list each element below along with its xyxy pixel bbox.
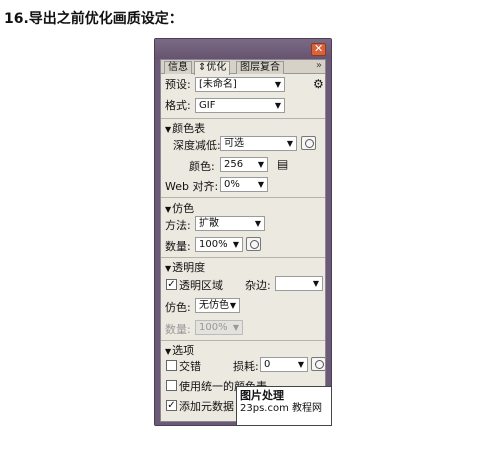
watermark-line-1: 图片处理 bbox=[240, 389, 284, 402]
lossy-label: 损耗: bbox=[233, 360, 259, 373]
panel-titlebar[interactable] bbox=[155, 39, 331, 59]
transparency-amount-dropdown: 100% ▼ bbox=[195, 320, 243, 335]
collapse-triangle-icon: ▼ bbox=[165, 347, 172, 356]
section-title: 仿色 bbox=[172, 202, 195, 215]
optimize-panel-window: 信息 ⇕优化 图层复合 » 预设: [未命名]▼ ⚙ 格式: GIF▼ ▼颜色表… bbox=[154, 38, 332, 426]
panel-tabs: 信息 ⇕优化 图层复合 » bbox=[161, 60, 325, 75]
chevron-down-icon: ▼ bbox=[274, 80, 281, 89]
lossy-dropdown[interactable]: 0 ▼ bbox=[260, 357, 308, 372]
chevron-down-icon: ▼ bbox=[232, 240, 239, 249]
format-dropdown[interactable]: GIF ▼ bbox=[195, 98, 285, 113]
dither-section-header[interactable]: ▼仿色 bbox=[165, 200, 194, 216]
transparent-area-label: 透明区域 bbox=[179, 279, 223, 292]
chevron-down-icon: ▼ bbox=[257, 180, 264, 189]
collapse-triangle-icon: ▼ bbox=[165, 125, 172, 134]
divider bbox=[161, 197, 325, 198]
chevron-down-icon: ▼ bbox=[257, 160, 264, 169]
depth-reduction-dropdown[interactable]: 可选 ▼ bbox=[220, 136, 297, 151]
format-value: GIF bbox=[199, 100, 216, 111]
chevron-down-icon: ▼ bbox=[254, 219, 261, 228]
transparency-amount-value: 100% bbox=[199, 322, 228, 333]
colors-label: 颜色: bbox=[189, 160, 215, 173]
panel-body: 信息 ⇕优化 图层复合 » 预设: [未命名] ▼ ⚙ 格式: GIF ▼ ▼颜色表… bbox=[160, 59, 326, 422]
lossy-value: 0 bbox=[264, 359, 271, 370]
tab-optimize[interactable]: ⇕优化 bbox=[194, 61, 231, 75]
color-table-icon[interactable]: ▤ bbox=[277, 157, 288, 171]
unified-color-table-checkbox[interactable] bbox=[166, 380, 177, 391]
web-snap-dropdown[interactable]: 0% ▼ bbox=[220, 177, 268, 192]
chevron-down-icon: ▼ bbox=[274, 101, 281, 110]
depth-reduction-value: 可选 bbox=[224, 138, 244, 149]
dither-amount-dropdown[interactable]: 100% ▼ bbox=[195, 237, 243, 252]
watermark: 图片处理 23ps.com 教程网 bbox=[236, 386, 332, 426]
dither-amount-label: 数量: bbox=[165, 240, 191, 253]
chevron-down-icon: ▼ bbox=[286, 139, 293, 148]
transparency-dither-value: 无仿色 bbox=[199, 300, 229, 311]
dither-method-value: 扩散 bbox=[199, 218, 219, 229]
section-title: 选项 bbox=[172, 344, 195, 357]
chevron-down-icon: ▼ bbox=[297, 360, 304, 369]
add-metadata-label: 添加元数据 bbox=[179, 400, 234, 413]
lossy-options-button[interactable] bbox=[311, 357, 325, 371]
add-metadata-checkbox[interactable]: ✓ bbox=[166, 400, 177, 411]
color-table-section-header[interactable]: ▼颜色表 bbox=[165, 120, 205, 136]
dither-method-label: 方法: bbox=[165, 219, 191, 232]
dither-amount-options-button[interactable] bbox=[246, 237, 261, 251]
dither-method-dropdown[interactable]: 扩散 ▼ bbox=[195, 216, 265, 231]
collapse-triangle-icon: ▼ bbox=[165, 264, 172, 273]
preset-value: [未命名] bbox=[199, 79, 237, 90]
chevron-down-icon: ▼ bbox=[312, 279, 319, 288]
transparency-amount-label: 数量: bbox=[165, 323, 191, 336]
preset-label: 预设: bbox=[165, 78, 191, 91]
interlace-checkbox[interactable] bbox=[166, 360, 177, 371]
panel-menu-icon[interactable]: » bbox=[316, 60, 322, 71]
tab-layer-comps[interactable]: 图层复合 bbox=[236, 61, 284, 74]
divider bbox=[161, 257, 325, 258]
transparency-section-header[interactable]: ▼透明度 bbox=[165, 259, 205, 275]
interlace-label: 交错 bbox=[179, 360, 201, 373]
optimize-menu-icon[interactable]: ⚙ bbox=[313, 77, 324, 91]
close-icon[interactable] bbox=[311, 42, 326, 56]
divider bbox=[161, 118, 325, 119]
page-heading: 16.导出之前优化画质设定： bbox=[4, 11, 183, 27]
transparent-area-checkbox[interactable]: ✓ bbox=[166, 279, 177, 290]
collapse-triangle-icon: ▼ bbox=[165, 205, 172, 214]
watermark-line-2: 23ps.com 教程网 bbox=[240, 403, 322, 414]
matte-label: 杂边: bbox=[245, 279, 271, 292]
web-snap-value: 0% bbox=[224, 179, 240, 190]
dither-amount-value: 100% bbox=[199, 239, 228, 250]
section-title: 颜色表 bbox=[172, 122, 206, 135]
matte-dropdown[interactable]: ▼ bbox=[275, 276, 323, 291]
chevron-down-icon: ▼ bbox=[232, 323, 239, 332]
format-label: 格式: bbox=[165, 99, 191, 112]
transparency-dither-dropdown[interactable]: 无仿色 ▼ bbox=[195, 298, 240, 313]
preset-dropdown[interactable]: [未命名] ▼ bbox=[195, 77, 285, 92]
depth-reduction-label: 深度减低: bbox=[173, 139, 221, 152]
tab-info[interactable]: 信息 bbox=[164, 61, 192, 74]
colors-dropdown[interactable]: 256 ▼ bbox=[220, 157, 268, 172]
web-snap-label: Web 对齐: bbox=[165, 180, 219, 193]
depth-options-button[interactable] bbox=[301, 136, 316, 150]
options-section-header[interactable]: ▼选项 bbox=[165, 342, 194, 358]
section-title: 透明度 bbox=[172, 261, 206, 274]
transparency-dither-label: 仿色: bbox=[165, 301, 191, 314]
colors-value: 256 bbox=[224, 159, 244, 170]
chevron-down-icon: ▼ bbox=[229, 301, 236, 310]
divider bbox=[161, 340, 325, 341]
